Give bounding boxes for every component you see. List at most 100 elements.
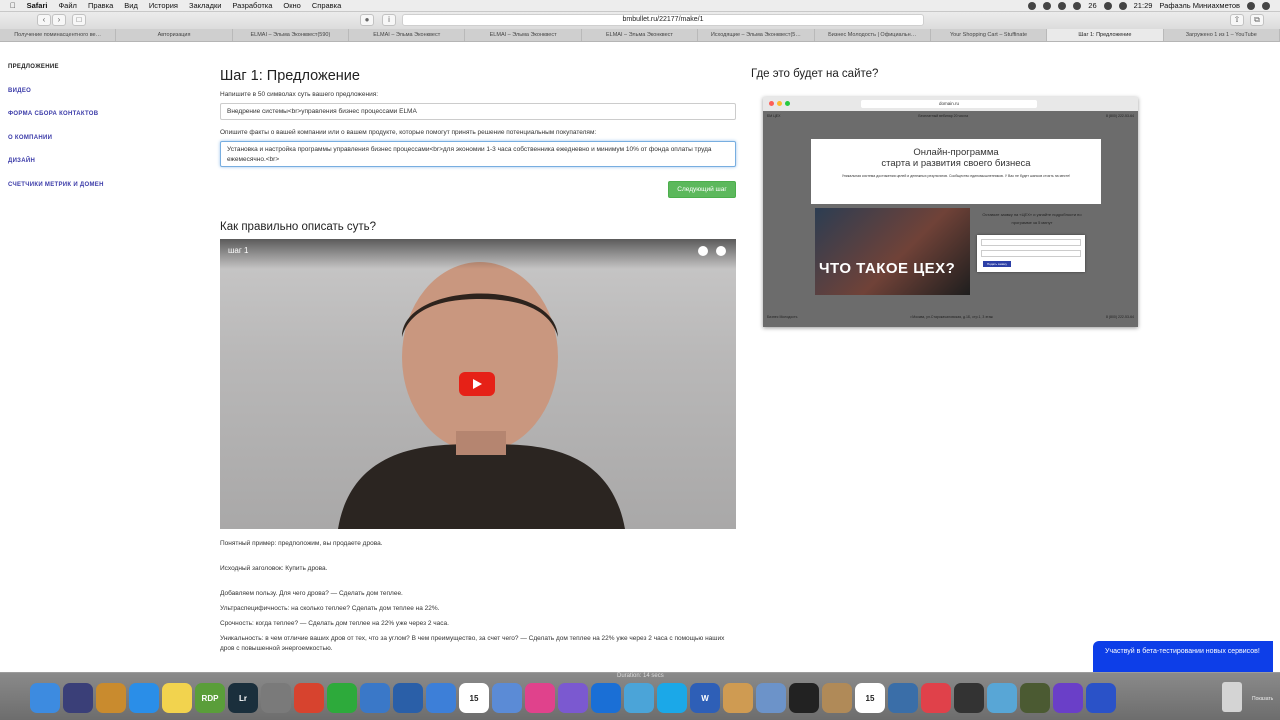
notes-icon[interactable] <box>162 683 192 713</box>
itunes-icon[interactable] <box>525 683 555 713</box>
example-text: Срочность: когда теплее? — Сделать дом т… <box>220 620 449 627</box>
close-dot-icon <box>769 101 774 106</box>
share-icon[interactable] <box>716 246 726 256</box>
tab[interactable]: ELMAI – Эльма Эконквест(590) <box>233 29 350 41</box>
tab[interactable]: Загружено 1 из 1 – YouTube <box>1164 29 1280 41</box>
offer-input[interactable]: Внедрение системы<br>управления бизнес п… <box>220 103 736 120</box>
tab[interactable]: ELMAI – Эльма Эконквест <box>582 29 699 41</box>
notification-center-icon[interactable] <box>1262 1 1270 10</box>
quicktime-icon[interactable] <box>888 683 918 713</box>
menu-view[interactable]: Вид <box>124 1 138 10</box>
nav-item-contact-form[interactable]: Форма сбора контактов <box>8 111 158 135</box>
apple-icon[interactable]:  <box>10 1 16 10</box>
messages-icon[interactable] <box>426 683 456 713</box>
facts-textarea[interactable]: Установка и настройка программы управлен… <box>220 141 736 167</box>
preview-video-caption: ЧТО ТАКОЕ ЦЕХ? <box>819 260 956 277</box>
network-utility-icon[interactable] <box>756 683 786 713</box>
rdp-icon[interactable]: RDP <box>195 683 225 713</box>
finder-icon[interactable] <box>30 683 60 713</box>
word-icon[interactable]: W <box>690 683 720 713</box>
tab[interactable]: Your Shopping Cart – Stuffinate <box>931 29 1048 41</box>
system-preferences-icon[interactable] <box>261 683 291 713</box>
wifi-icon[interactable] <box>1103 1 1112 10</box>
tab[interactable]: Получение поминасцентного ве… <box>0 29 117 41</box>
tab[interactable]: Исходящие – Эльма Эконквест(5… <box>698 29 815 41</box>
activity-monitor-icon[interactable] <box>789 683 819 713</box>
status-icon-3[interactable] <box>1058 1 1067 10</box>
menu-edit[interactable]: Правка <box>88 1 113 10</box>
nav-item-offer[interactable]: Предложение <box>8 64 158 88</box>
safari-icon[interactable] <box>129 683 159 713</box>
youtube-video-player[interactable]: шаг 1 <box>220 239 736 529</box>
transmit-icon[interactable] <box>987 683 1017 713</box>
viber-icon[interactable] <box>558 683 588 713</box>
launchpad-icon[interactable] <box>96 683 126 713</box>
archive-utility-icon[interactable] <box>624 683 654 713</box>
preview-form-input <box>981 239 1081 246</box>
tab[interactable]: ELMAI – Эльма Эконквест <box>465 29 582 41</box>
minimize-dot-icon <box>777 101 782 106</box>
preview-icon[interactable] <box>723 683 753 713</box>
status-icon-1[interactable] <box>1028 1 1037 10</box>
macos-dock: Duration: 14 secs RDP Lr 15 W 15 Показать <box>0 672 1280 720</box>
menu-develop[interactable]: Разработка <box>232 1 272 10</box>
skype-icon[interactable] <box>657 683 687 713</box>
menu-window[interactable]: Окно <box>283 1 300 10</box>
sidebar-button[interactable]: □ <box>72 14 86 26</box>
spotlight-icon[interactable] <box>1247 1 1255 10</box>
preview-hero: Онлайн-программа старта и развития своег… <box>811 139 1101 204</box>
beta-banner[interactable]: Участвуй в бета-тестировании новых серви… <box>1093 641 1273 672</box>
tab[interactable]: ELMAI – Эльма Эконквест <box>349 29 466 41</box>
nav-item-about[interactable]: О компании <box>8 135 158 159</box>
nav-item-video[interactable]: Видео <box>8 88 158 112</box>
todoist-icon[interactable] <box>294 683 324 713</box>
facts-label: Опишите факты о вашей компании или о ваш… <box>220 129 597 136</box>
calendar-2-icon[interactable]: 15 <box>855 683 885 713</box>
video-title[interactable]: шаг 1 <box>228 246 248 255</box>
menu-app-name[interactable]: Safari <box>27 1 48 10</box>
preview-form: Подать заявку <box>977 235 1085 272</box>
tab[interactable]: Бизнес Молодость | Официальн… <box>815 29 931 41</box>
1password-icon[interactable] <box>393 683 423 713</box>
play-button-icon[interactable] <box>459 372 495 396</box>
tab[interactable]: Авторизация <box>116 29 233 41</box>
status-icon-4[interactable] <box>1073 1 1082 10</box>
calendar-icon[interactable]: 15 <box>459 683 489 713</box>
address-bar[interactable]: bmbullet.ru/22177/make/1 <box>402 14 924 26</box>
menubar-user[interactable]: Рафаэль Миниахметов <box>1159 1 1240 10</box>
imovie-icon[interactable] <box>1053 683 1083 713</box>
nav-item-counters[interactable]: Счетчики метрик и домен <box>8 182 158 206</box>
macos-menubar:  Safari Файл Правка Вид История Закладк… <box>0 0 1280 12</box>
things-icon[interactable] <box>360 683 390 713</box>
archive-icon[interactable] <box>822 683 852 713</box>
menu-history[interactable]: История <box>149 1 178 10</box>
status-icon-2[interactable] <box>1043 1 1052 10</box>
menu-help[interactable]: Справка <box>312 1 341 10</box>
volume-icon[interactable] <box>1118 1 1127 10</box>
tabs-overview-button[interactable]: ⧉ <box>1250 14 1264 26</box>
menu-file[interactable]: Файл <box>58 1 76 10</box>
red-app-icon[interactable] <box>921 683 951 713</box>
info-button[interactable]: i <box>382 14 396 26</box>
menubar-clock[interactable]: 21:29 <box>1134 1 1153 10</box>
screen-icon[interactable] <box>954 683 984 713</box>
tab-active[interactable]: Шаг 1: Предложение <box>1047 29 1164 41</box>
next-step-button[interactable]: Следующий шаг <box>668 181 736 198</box>
screenflow-icon[interactable] <box>1086 683 1116 713</box>
watch-later-icon[interactable] <box>698 246 708 256</box>
radar-icon[interactable] <box>1020 683 1050 713</box>
siri-icon[interactable] <box>63 683 93 713</box>
zoom-dot-icon <box>785 101 790 106</box>
xcode-icon[interactable] <box>492 683 522 713</box>
extension-button[interactable]: ● <box>360 14 374 26</box>
teamviewer-icon[interactable] <box>591 683 621 713</box>
lightroom-icon[interactable]: Lr <box>228 683 258 713</box>
back-button[interactable]: ‹ <box>37 14 51 26</box>
trash-icon[interactable] <box>1222 682 1242 712</box>
nav-item-design[interactable]: Дизайн <box>8 158 158 182</box>
evernote-icon[interactable] <box>327 683 357 713</box>
share-button[interactable]: ⇧ <box>1230 14 1244 26</box>
preview-footer-phone: 8 (800) 222-53-64 <box>1105 315 1134 319</box>
menu-bookmarks[interactable]: Закладки <box>189 1 221 10</box>
forward-button[interactable]: › <box>52 14 66 26</box>
